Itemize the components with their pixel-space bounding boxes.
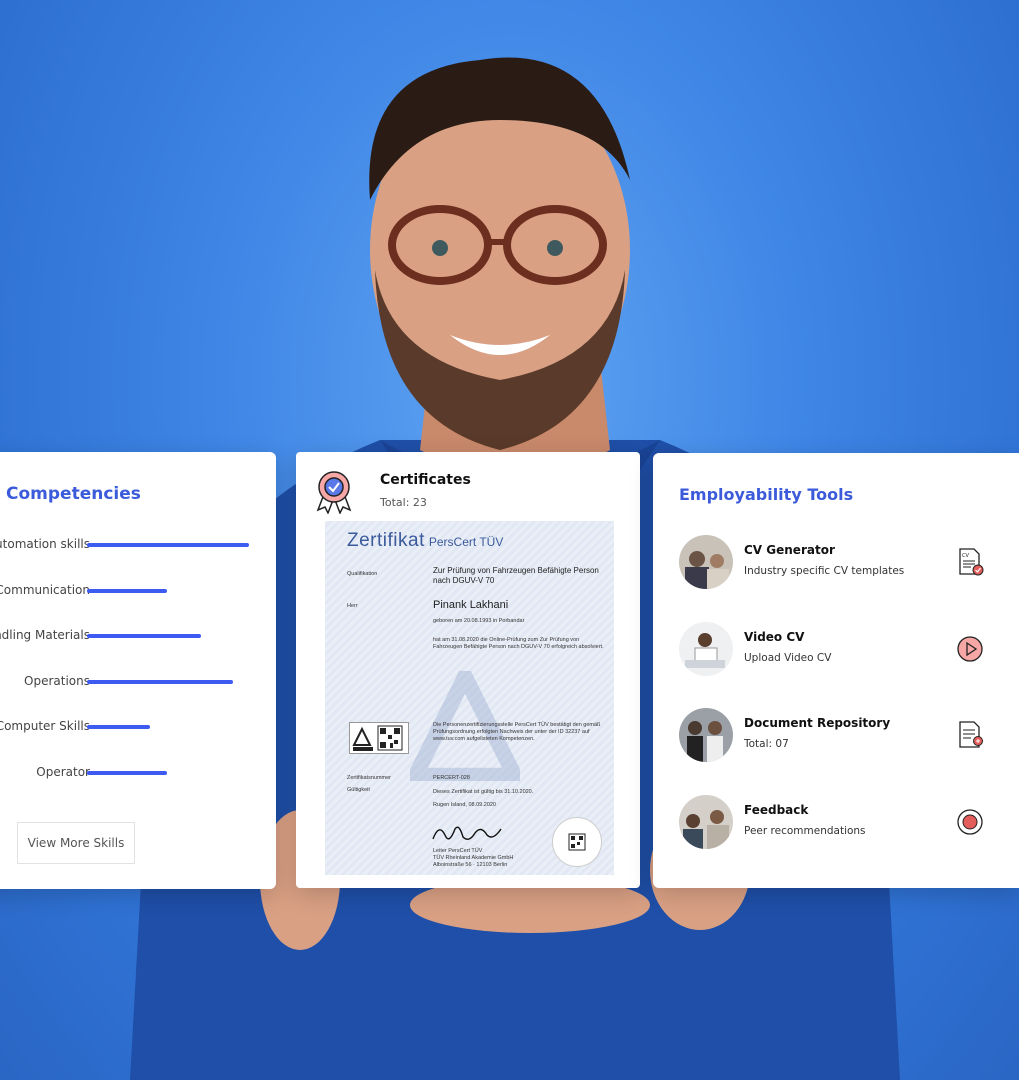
skill-bar — [87, 543, 249, 547]
avatar — [679, 708, 733, 762]
avatar — [679, 622, 733, 676]
skill-label: Operator — [36, 765, 90, 779]
skill-bar — [87, 680, 233, 684]
certificates-title: Certificates — [380, 472, 471, 488]
birth-info: geboren am 20.08.1993 in Porbandar — [433, 618, 525, 624]
address: Alboinstraße 56 · 12103 Berlin — [433, 862, 508, 868]
exam-statement: hat am 31.08.2020 die Online-Prüfung zum… — [433, 637, 604, 650]
certificates-total: Total: 23 — [380, 496, 427, 509]
tool-name: Video CV — [744, 630, 805, 644]
skill-row: Computer Skills — [0, 719, 276, 739]
validity-text: Dieses Zertifikat ist gültig bis 31.10.2… — [433, 789, 534, 795]
hero-stage: Competencies Automation skills Communica… — [0, 0, 1019, 1080]
employability-tools-card: Employability Tools CV Generator Industr… — [653, 453, 1019, 888]
tool-feedback[interactable]: Feedback Peer recommendations — [679, 795, 999, 851]
skill-bar — [87, 589, 167, 593]
skill-bar — [87, 725, 150, 729]
tool-description: Industry specific CV templates — [744, 565, 905, 577]
tool-name: Feedback — [744, 803, 809, 817]
tool-description: Total: 07 — [744, 738, 789, 750]
cert-number: PERCERT-028 — [433, 775, 470, 781]
skill-bar — [87, 634, 201, 638]
organization: TÜV Rheinland Akademie GmbH — [433, 855, 514, 861]
certificates-card: Certificates Total: 23 Zertifikat PersCer… — [296, 452, 640, 888]
avatar — [679, 795, 733, 849]
salutation: Herr — [347, 603, 358, 609]
record-icon[interactable] — [955, 807, 985, 837]
skill-label: Handling Materials — [0, 628, 90, 642]
tool-cv-generator[interactable]: CV Generator Industry specific CV templa… — [679, 535, 999, 591]
confirmation-text: Die Personenzertifizierungsstelle PersCe… — [433, 722, 601, 742]
cert-number-label: Zertifikatsnummer — [347, 775, 392, 781]
qualification-text: Zur Prüfung von Fahrzeugen Befähigte Per… — [433, 566, 599, 585]
certificate-heading: Zertifikat PersCert TÜV — [347, 530, 503, 552]
employability-title: Employability Tools — [679, 485, 854, 504]
play-icon[interactable] — [955, 634, 985, 664]
skill-row: Handling Materials — [0, 628, 276, 648]
skill-bar — [87, 771, 167, 775]
competencies-title: Competencies — [6, 484, 141, 504]
skill-row: Automation skills — [0, 537, 276, 557]
certificate-heading-title: Zertifikat — [347, 530, 425, 551]
cv-document-icon[interactable]: CV — [955, 547, 985, 577]
qualification-label: Qualifikation — [347, 571, 378, 577]
award-ribbon-icon — [316, 471, 352, 514]
tool-video-cv[interactable]: Video CV Upload Video CV — [679, 622, 999, 678]
view-more-skills-button[interactable]: View More Skills — [17, 822, 135, 864]
tool-name: CV Generator — [744, 543, 835, 557]
tool-description: Peer recommendations — [744, 825, 866, 837]
signatory: Leiter PersCert TÜV — [433, 848, 483, 854]
skill-row: Operations — [0, 674, 276, 694]
skill-label: Computer Skills — [0, 719, 90, 733]
competencies-card: Competencies Automation skills Communica… — [0, 452, 276, 889]
svg-text:CV: CV — [962, 553, 969, 559]
validity-label: Gültigkeit — [347, 787, 370, 793]
tuv-logo-qr-icon — [349, 722, 409, 754]
certificate-holder-name: Pinank Lakhani — [433, 599, 509, 611]
skill-label: Communication — [0, 583, 90, 597]
skill-row: Operator — [0, 765, 276, 785]
signature-icon — [432, 826, 502, 840]
tool-document-repository[interactable]: Document Repository Total: 07 — [679, 708, 999, 764]
tool-description: Upload Video CV — [744, 652, 832, 664]
tool-name: Document Repository — [744, 716, 891, 730]
skill-label: Operations — [24, 674, 90, 688]
certificate-issuer: PersCert TÜV — [428, 535, 504, 549]
avatar — [679, 535, 733, 589]
document-add-icon[interactable] — [955, 720, 985, 750]
skill-row: Communication — [0, 583, 276, 603]
skill-label: Automation skills — [0, 537, 90, 551]
seal-qr-icon — [552, 817, 602, 867]
place-date: Rugen Island, 08.09.2020 — [433, 802, 496, 808]
certificate-document[interactable]: Zertifikat PersCert TÜV Qualifikation Zur… — [325, 521, 614, 875]
